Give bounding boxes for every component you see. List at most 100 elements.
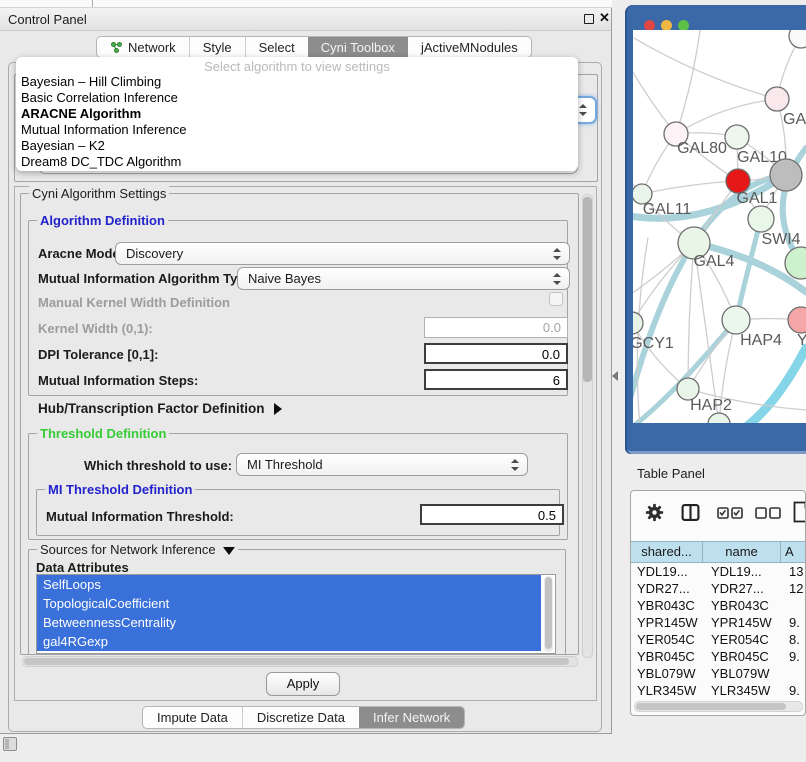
network-graph-icon [110, 41, 123, 54]
node-GCY1[interactable] [633, 312, 643, 334]
table-cell: 9. [789, 615, 806, 630]
sources-group-title[interactable]: Sources for Network Inference [37, 542, 238, 557]
node-n-top[interactable] [789, 30, 806, 48]
node-label-GAL1: GAL1 [737, 190, 778, 207]
node-pink-right[interactable] [788, 307, 806, 333]
bottom-tab-discretize-data[interactable]: Discretize Data [242, 707, 359, 728]
toolbar-divider [92, 0, 93, 7]
dpi-tolerance-field[interactable]: 0.0 [424, 343, 568, 364]
mi-threshold-definition-title: MI Threshold Definition [45, 482, 195, 497]
node-n-bottom[interactable] [708, 413, 730, 423]
network-edge[interactable] [633, 60, 676, 134]
algorithm-option[interactable]: Bayesian – K2 [16, 138, 578, 154]
mi-type-label: Mutual Information Algorithm Type: [38, 271, 257, 286]
column-header-1[interactable]: shared... [631, 541, 703, 563]
new-table-icon[interactable] [793, 501, 806, 523]
data-attributes-list[interactable]: SelfLoopsTopologicalCoefficientBetweenne… [36, 574, 556, 654]
bottom-tab-impute-data[interactable]: Impute Data [143, 707, 242, 728]
data-attributes-label: Data Attributes [36, 560, 129, 575]
network-edge[interactable] [676, 30, 700, 134]
table-row[interactable]: YDR27...YDR27...12 [631, 581, 806, 598]
table-row[interactable]: YBR045CYBR045C9. [631, 649, 806, 666]
network-edge[interactable] [634, 38, 777, 99]
aracne-mode-value: Discovery [126, 246, 183, 261]
network-canvas[interactable]: GALGAL80GAL10GAL1GAL11SWI4GAL4GCY1HAP4YH… [633, 30, 806, 423]
table-cell: YPR145W [637, 615, 701, 630]
algorithm-option[interactable]: Bayesian – Hill Climbing [16, 74, 578, 90]
kernel-width-label: Kernel Width (0,1): [38, 321, 153, 336]
aracne-mode-combobox[interactable]: Discovery [115, 242, 570, 265]
kernel-width-field[interactable]: 0.0 [424, 317, 568, 338]
network-edge[interactable] [676, 99, 777, 134]
manual-kernel-checkbox[interactable] [549, 292, 563, 306]
table-hscrollbar-thumb[interactable] [636, 703, 786, 710]
algorithm-option[interactable]: Dream8 DC_TDC Algorithm [16, 154, 578, 170]
mi-type-combobox[interactable]: Naive Bayes [237, 267, 570, 290]
network-edge[interactable] [736, 219, 761, 320]
table-row[interactable]: YER054CYER054C8. [631, 632, 806, 649]
which-threshold-combobox[interactable]: MI Threshold [236, 453, 528, 476]
node-gal-cut[interactable] [765, 87, 789, 111]
algorithm-option[interactable]: Basic Correlation Inference [16, 90, 578, 106]
column-header-3[interactable]: A [781, 541, 806, 563]
node-HAP4[interactable] [722, 306, 750, 334]
docked-panel-icon-inner [5, 739, 9, 749]
apply-button[interactable]: Apply [266, 672, 340, 696]
combo-spinner-icon [553, 248, 560, 260]
node-green-right[interactable] [785, 247, 806, 279]
settings-vscrollbar-thumb[interactable] [583, 197, 592, 382]
which-threshold-value: MI Threshold [247, 457, 323, 472]
bottom-tab-infer-network[interactable]: Infer Network [359, 707, 464, 728]
table-row[interactable]: YBL079WYBL079W [631, 666, 806, 683]
node-GAL10[interactable] [725, 125, 749, 149]
tab-cyni-toolbox[interactable]: Cyni Toolbox [308, 37, 408, 57]
attributes-scrollbar-thumb[interactable] [545, 577, 552, 649]
node-SWI4[interactable] [748, 206, 774, 232]
column-header-2[interactable]: name [703, 541, 781, 563]
tab-network[interactable]: Network [97, 37, 189, 57]
combo-spinner-icon [553, 273, 560, 285]
mi-threshold-field[interactable]: 0.5 [420, 504, 564, 525]
split-pane-collapse-arrow[interactable] [612, 371, 618, 381]
table-panel: shared...nameA YDL19...YDL19...13YDR27..… [630, 490, 806, 716]
split-columns-icon[interactable] [681, 503, 700, 522]
network-edge[interactable] [742, 348, 806, 423]
threshold-definition-title: Threshold Definition [37, 426, 169, 441]
algorithm-option[interactable]: ARACNE Algorithm [16, 106, 578, 122]
manual-kernel-label: Manual Kernel Width Definition [38, 295, 230, 310]
float-window-icon[interactable] [584, 14, 594, 24]
table-cell: YLR345W [711, 683, 781, 698]
attribute-list-item[interactable]: BetweennessCentrality [37, 613, 541, 632]
node-label-HAP4: HAP4 [740, 332, 782, 349]
table-cell: YPR145W [711, 615, 781, 630]
gear-icon[interactable] [645, 503, 664, 522]
tab-select[interactable]: Select [245, 37, 308, 57]
table-row[interactable]: YPR145W YPR145W 9. [631, 615, 806, 632]
network-edge[interactable] [642, 181, 738, 194]
table-header-row: shared...nameA [631, 541, 806, 563]
attribute-list-item[interactable]: SelfLoops [37, 575, 541, 594]
table-row[interactable]: YDL19...YDL19...13 [631, 564, 806, 581]
mi-steps-field[interactable]: 6 [424, 369, 568, 390]
attribute-list-item[interactable]: gal4RGexp [37, 632, 541, 651]
hub-definition-expander[interactable]: Hub/Transcription Factor Definition [38, 401, 282, 416]
settings-hscrollbar-thumb[interactable] [24, 658, 569, 665]
table-cell: YDR27... [637, 581, 701, 596]
algorithm-option[interactable]: Mutual Information Inference [16, 122, 578, 138]
node-gray-node[interactable] [770, 159, 802, 191]
mi-type-value: Naive Bayes [248, 271, 321, 286]
which-threshold-label: Which threshold to use: [84, 458, 232, 473]
deselect-all-icon[interactable] [755, 507, 782, 519]
table-row[interactable]: YBR043CYBR043C [631, 598, 806, 615]
tab-jactivemnodules[interactable]: jActiveMNodules [408, 37, 531, 57]
mi-threshold-label: Mutual Information Threshold: [46, 509, 234, 524]
close-icon[interactable]: ✕ [599, 10, 610, 26]
bottom-tab-bar: Impute DataDiscretize DataInfer Network [142, 706, 465, 729]
select-all-icon[interactable] [717, 507, 744, 519]
attribute-list-item[interactable]: TopologicalCoefficient [37, 594, 541, 613]
table-cell: YBR043C [637, 598, 701, 613]
control-panel-titlebar[interactable] [0, 8, 611, 31]
tab-style[interactable]: Style [189, 37, 245, 57]
table-row[interactable]: YLR345WYLR345W9. [631, 683, 806, 700]
table-cell: YDL19... [711, 564, 781, 579]
